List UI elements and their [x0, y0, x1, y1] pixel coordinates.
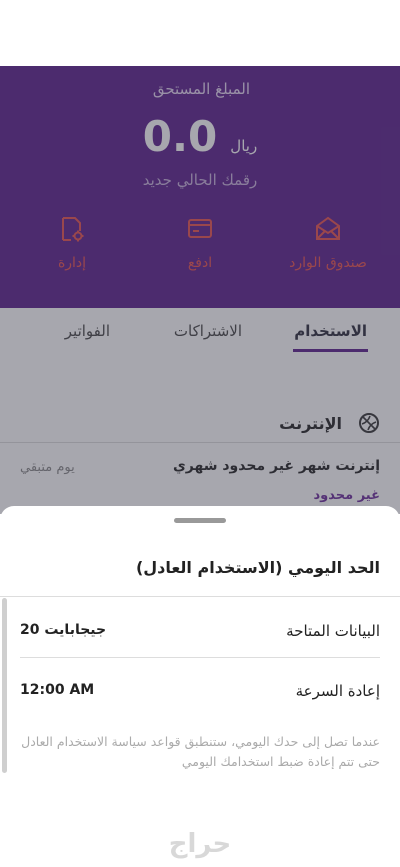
- available-data-value: 20 جيجابايت: [20, 622, 107, 638]
- speed-reset-label: إعادة السرعة: [295, 682, 380, 700]
- available-data-label: البيانات المتاحة: [286, 622, 380, 640]
- sheet-divider: [0, 596, 400, 597]
- sheet-scroll-indicator: [2, 598, 7, 773]
- haraj-watermark: حراج: [168, 829, 232, 859]
- speed-reset-value: 12:00 AM: [20, 682, 95, 698]
- status-bar: [0, 0, 400, 66]
- row-divider: [20, 657, 380, 658]
- fair-use-note: عندما تصل إلى حدك اليومي، ستنطبق قواعد س…: [21, 734, 380, 769]
- sheet-title: الحد اليومي (الاستخدام العادل): [135, 558, 380, 577]
- modal-backdrop[interactable]: [0, 66, 400, 514]
- fair-use-bottom-sheet: الحد اليومي (الاستخدام العادل) البيانات …: [0, 506, 400, 867]
- sheet-drag-handle[interactable]: [174, 518, 226, 523]
